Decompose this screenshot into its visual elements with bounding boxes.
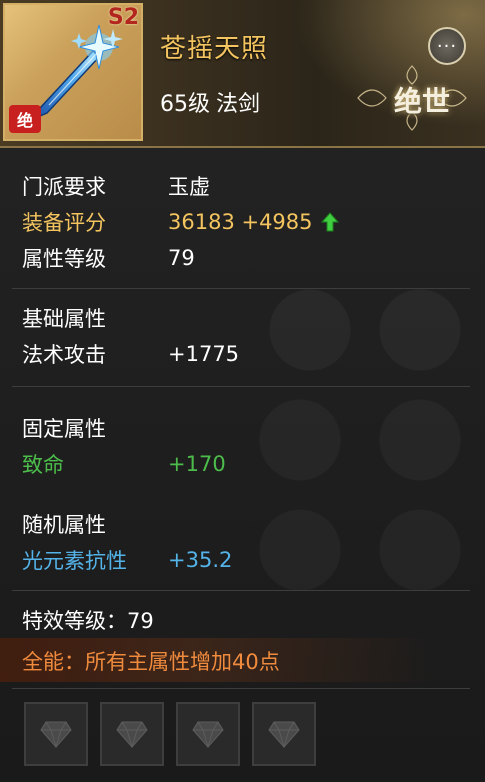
divider	[12, 386, 470, 387]
attr-row: 法术攻击 +1775	[22, 336, 468, 372]
arrow-up-icon	[320, 212, 339, 232]
info-value: 玉虚	[168, 175, 210, 199]
fixed-attrs-section: 固定属性 致命 +170	[22, 410, 468, 482]
base-info-section: 门派要求 玉虚 装备评分 36183 +4985 属性等级 79	[22, 168, 468, 276]
item-level: 65级	[160, 92, 210, 117]
divider	[12, 590, 470, 591]
item-level-type: 65级 法剑	[160, 86, 260, 118]
item-icon-frame: S2 绝	[3, 3, 143, 141]
info-key: 装备评分	[22, 211, 106, 235]
info-value: 79	[168, 246, 195, 270]
more-options-button[interactable]: ···	[428, 27, 466, 65]
gem-icon	[40, 721, 72, 748]
special-section: 特效等级：79	[22, 602, 468, 638]
item-weapon-type: 法剑	[216, 92, 261, 117]
divider	[12, 288, 470, 289]
gem-icon	[116, 721, 148, 748]
attr-key: 光元素抗性	[22, 549, 127, 573]
special-level-row: 特效等级：79	[22, 602, 468, 638]
info-key: 属性等级	[22, 247, 106, 271]
attr-row: 光元素抗性 +35.2	[22, 542, 468, 578]
gem-icon	[268, 721, 300, 748]
gem-slot-1[interactable]	[24, 702, 88, 766]
section-title: 固定属性	[22, 410, 468, 446]
section-title: 基础属性	[22, 300, 468, 336]
gem-slot-4[interactable]	[252, 702, 316, 766]
section-title-text: 固定属性	[22, 417, 106, 441]
section-title-text: 基础属性	[22, 307, 106, 331]
info-row-attr-level: 属性等级 79	[22, 240, 468, 276]
item-name: 苍摇天照	[160, 34, 269, 64]
attr-value: +1775	[168, 342, 240, 366]
quality-badge: 绝	[9, 105, 41, 133]
info-value-wrap: 36183 +4985	[168, 210, 339, 234]
random-attrs-section: 随机属性 光元素抗性 +35.2	[22, 506, 468, 578]
item-tooltip-panel: S2 绝 苍摇天照 65级 法剑 ··· 绝世 门派要求 玉虚 装备评分 3618	[0, 0, 485, 782]
info-row-sect: 门派要求 玉虚	[22, 168, 468, 204]
attr-key: 致命	[22, 453, 64, 477]
section-title-text: 随机属性	[22, 513, 106, 537]
section-title: 随机属性	[22, 506, 468, 542]
rarity-label: 绝世	[393, 85, 450, 118]
attr-value: +170	[168, 452, 226, 476]
attr-key: 法术攻击	[22, 343, 106, 367]
tier-badge: S2	[107, 5, 139, 30]
gem-slot-3[interactable]	[176, 702, 240, 766]
special-effect: 全能：所有主属性增加40点	[22, 650, 280, 674]
info-key: 门派要求	[22, 175, 106, 199]
basic-attrs-section: 基础属性 法术攻击 +1775	[22, 300, 468, 372]
info-row-score: 装备评分 36183 +4985	[22, 204, 468, 240]
special-level: 特效等级：79	[22, 609, 154, 633]
item-header: S2 绝 苍摇天照 65级 法剑 ··· 绝世	[0, 0, 485, 148]
gem-icon	[192, 721, 224, 748]
score-value: 36183 +4985	[168, 210, 313, 234]
divider	[12, 688, 470, 689]
attr-value: +35.2	[168, 548, 233, 572]
attr-row: 致命 +170	[22, 446, 468, 482]
gem-slot-2[interactable]	[100, 702, 164, 766]
